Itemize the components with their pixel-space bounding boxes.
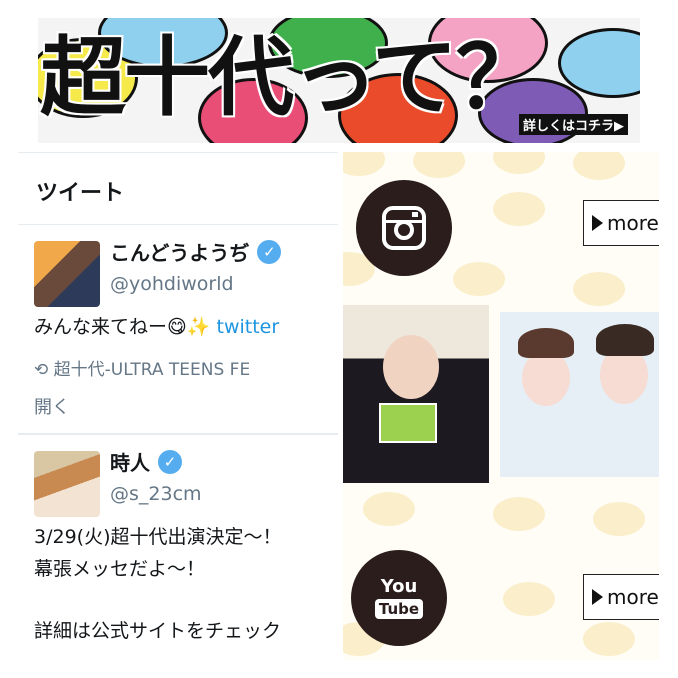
youtube-more-button[interactable]: more	[583, 574, 659, 620]
tweet[interactable]: こんどうようぢ ✓ @yohdiworld みんな来てねー😋✨ twitter …	[18, 225, 338, 435]
tweet-text-line: 詳細は公式サイトをチェック	[34, 620, 282, 642]
author-handle[interactable]: @s_23cm	[110, 483, 202, 505]
polka-dot	[493, 152, 545, 174]
instagram-icon[interactable]	[356, 180, 452, 276]
play-triangle-icon	[592, 215, 603, 231]
retweet-source: 超十代-ULTRA TEENS FE	[53, 360, 251, 380]
polka-dot	[363, 492, 415, 526]
retweet-row[interactable]: ⟲ 超十代-ULTRA TEENS FE	[34, 355, 250, 380]
verified-icon: ✓	[158, 449, 182, 474]
photo-face	[383, 335, 439, 399]
timeline-heading: ツイート	[18, 153, 338, 225]
author-name-row[interactable]: こんどうようぢ ✓	[110, 237, 282, 266]
photo-face	[522, 350, 570, 406]
more-label: more	[607, 211, 659, 235]
photo-card	[379, 403, 437, 443]
open-link[interactable]: 開く	[34, 393, 70, 419]
youtube-label-bottom: Tube	[374, 599, 424, 619]
instagram-more-button[interactable]: more	[583, 200, 659, 246]
banner-details-link[interactable]: 詳しくはコチラ▶	[519, 114, 628, 135]
event-banner[interactable]: 超十代って？ 詳しくはコチラ▶	[38, 18, 640, 143]
author-name[interactable]: こんどうようぢ	[110, 237, 249, 266]
play-triangle-icon	[592, 589, 603, 605]
instagram-photo[interactable]	[500, 312, 659, 477]
instagram-glyph	[382, 206, 426, 250]
avatar[interactable]	[34, 241, 100, 307]
polka-dot	[413, 152, 465, 178]
tweet-text: みんな来てねー😋✨ twitter	[34, 311, 279, 343]
banner-title: 超十代って？	[40, 28, 542, 128]
polka-dot	[573, 152, 625, 180]
tweet-text-line: 幕張メッセだよ〜！	[34, 558, 206, 580]
tweet-text-line: 3/29(火)超十代出演決定〜！	[34, 526, 282, 548]
photo-hair	[596, 324, 654, 356]
polka-dot	[583, 622, 635, 656]
author-handle[interactable]: @yohdiworld	[110, 273, 234, 295]
retweet-icon: ⟲	[34, 360, 49, 380]
polka-dot	[343, 152, 385, 176]
youtube-label-top: You	[380, 576, 418, 597]
tweet-link[interactable]: twitter	[217, 316, 280, 338]
social-panel: more You Tube more	[343, 152, 659, 660]
verified-icon: ✓	[257, 239, 282, 264]
more-label: more	[607, 585, 659, 609]
polka-dot	[493, 192, 545, 226]
polka-dot	[503, 582, 555, 616]
polka-dot	[593, 502, 645, 536]
photo-hair	[518, 328, 574, 358]
author-name[interactable]: 時人	[110, 447, 150, 476]
author-name-row[interactable]: 時人 ✓	[110, 447, 182, 476]
tweet[interactable]: 時人 ✓ @s_23cm 3/29(火)超十代出演決定〜！ 幕張メッセだよ〜！ …	[18, 435, 338, 667]
avatar[interactable]	[34, 451, 100, 517]
tweet-body: みんな来てねー😋✨	[34, 316, 211, 338]
polka-dot	[453, 262, 505, 296]
twitter-timeline: ツイート こんどうようぢ ✓ @yohdiworld みんな来てねー😋✨ twi…	[18, 152, 338, 667]
polka-dot	[493, 497, 545, 531]
instagram-photo[interactable]	[343, 305, 489, 483]
polka-dot	[573, 272, 625, 306]
youtube-icon[interactable]: You Tube	[351, 550, 447, 646]
